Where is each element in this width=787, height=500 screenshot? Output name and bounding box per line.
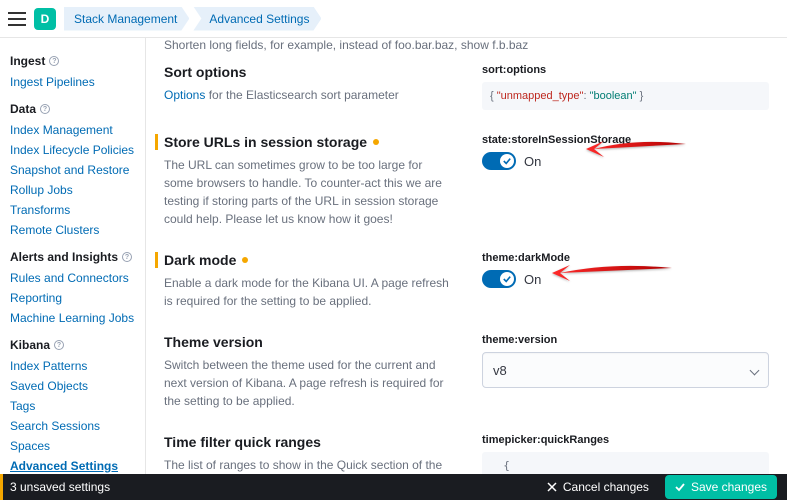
setting-key: state:storeInSessionStorage bbox=[482, 134, 769, 146]
toggle-dark-mode[interactable] bbox=[482, 270, 516, 288]
close-icon bbox=[547, 482, 557, 492]
toggle-label: On bbox=[524, 154, 541, 169]
setting-title: Store URLs in session storage bbox=[155, 134, 454, 150]
setting-desc: Options for the Elasticsearch sort param… bbox=[164, 86, 454, 104]
chevron-down-icon bbox=[750, 365, 760, 375]
setting-key: theme:darkMode bbox=[482, 252, 769, 264]
sidebar-item-transforms[interactable]: Transforms bbox=[10, 200, 145, 220]
sidebar-item-index-management[interactable]: Index Management bbox=[10, 120, 145, 140]
check-icon bbox=[675, 482, 685, 492]
breadcrumb-advanced-settings[interactable]: Advanced Settings bbox=[193, 7, 321, 31]
setting-theme-version: Theme version Switch between the theme u… bbox=[164, 334, 769, 410]
setting-title: Dark mode bbox=[155, 252, 454, 268]
app-header: D Stack Management Advanced Settings bbox=[0, 0, 787, 38]
sidebar-item-remote-clusters[interactable]: Remote Clusters bbox=[10, 220, 145, 240]
unsaved-status: 3 unsaved settings bbox=[10, 480, 110, 494]
sidebar-group-ingest: Ingest? bbox=[10, 54, 145, 68]
sidebar-group-data: Data? bbox=[10, 102, 145, 116]
options-link[interactable]: Options bbox=[164, 88, 205, 102]
setting-desc: The URL can sometimes grow to be too lar… bbox=[164, 156, 454, 228]
main-content: Shorten long fields, for example, instea… bbox=[146, 38, 787, 474]
info-icon[interactable]: ? bbox=[40, 104, 50, 114]
toggle-store-urls[interactable] bbox=[482, 152, 516, 170]
select-theme-version[interactable]: v8 bbox=[482, 352, 769, 388]
sidebar-group-alerts: Alerts and Insights? bbox=[10, 250, 145, 264]
setting-quick-ranges: Time filter quick ranges The list of ran… bbox=[164, 434, 769, 474]
info-icon[interactable]: ? bbox=[122, 252, 132, 262]
sidebar-item-snapshot-restore[interactable]: Snapshot and Restore bbox=[10, 160, 145, 180]
sidebar-item-rules[interactable]: Rules and Connectors bbox=[10, 268, 145, 288]
sidebar-item-spaces[interactable]: Spaces bbox=[10, 436, 145, 456]
setting-key: sort:options bbox=[482, 64, 769, 76]
truncated-hint: Shorten long fields, for example, instea… bbox=[164, 38, 769, 52]
toggle-label: On bbox=[524, 272, 541, 287]
setting-sort-options: Sort options Options for the Elasticsear… bbox=[164, 64, 769, 110]
breadcrumb-stack-management[interactable]: Stack Management bbox=[64, 7, 189, 31]
menu-icon[interactable] bbox=[8, 12, 26, 26]
setting-desc: The list of ranges to show in the Quick … bbox=[164, 456, 454, 474]
sidebar-group-kibana: Kibana? bbox=[10, 338, 145, 352]
setting-title: Theme version bbox=[164, 334, 454, 350]
avatar[interactable]: D bbox=[34, 8, 56, 30]
sidebar: Ingest? Ingest Pipelines Data? Index Man… bbox=[0, 38, 146, 474]
sidebar-item-rollup[interactable]: Rollup Jobs bbox=[10, 180, 145, 200]
info-icon[interactable]: ? bbox=[49, 56, 59, 66]
setting-dark-mode: Dark mode Enable a dark mode for the Kib… bbox=[164, 252, 769, 310]
sidebar-item-advanced-settings[interactable]: Advanced Settings bbox=[10, 456, 145, 474]
cancel-button[interactable]: Cancel changes bbox=[539, 476, 657, 498]
setting-store-urls: Store URLs in session storage The URL ca… bbox=[164, 134, 769, 228]
unsaved-footer: 3 unsaved settings Cancel changes Save c… bbox=[0, 474, 787, 500]
sidebar-item-saved-objects[interactable]: Saved Objects bbox=[10, 376, 145, 396]
unsaved-dot-icon bbox=[242, 257, 248, 263]
code-editor[interactable]: { "from": "now-1h", "to": "now", "displa… bbox=[482, 452, 769, 474]
setting-desc: Switch between the theme used for the cu… bbox=[164, 356, 454, 410]
info-icon[interactable]: ? bbox=[54, 340, 64, 350]
sidebar-item-search-sessions[interactable]: Search Sessions bbox=[10, 416, 145, 436]
sidebar-item-tags[interactable]: Tags bbox=[10, 396, 145, 416]
sidebar-item-ingest-pipelines[interactable]: Ingest Pipelines bbox=[10, 72, 145, 92]
setting-key: theme:version bbox=[482, 334, 769, 346]
select-value: v8 bbox=[493, 363, 507, 378]
footer-accent bbox=[0, 474, 3, 500]
save-button[interactable]: Save changes bbox=[665, 475, 777, 499]
unsaved-dot-icon bbox=[373, 139, 379, 145]
sidebar-item-index-patterns[interactable]: Index Patterns bbox=[10, 356, 145, 376]
sidebar-item-ml-jobs[interactable]: Machine Learning Jobs bbox=[10, 308, 145, 328]
code-editor[interactable]: { "unmapped_type": "boolean" } bbox=[482, 82, 769, 110]
setting-title: Time filter quick ranges bbox=[164, 434, 454, 450]
sidebar-item-reporting[interactable]: Reporting bbox=[10, 288, 145, 308]
setting-key: timepicker:quickRanges bbox=[482, 434, 769, 446]
setting-title: Sort options bbox=[164, 64, 454, 80]
sidebar-item-ilm[interactable]: Index Lifecycle Policies bbox=[10, 140, 145, 160]
setting-desc: Enable a dark mode for the Kibana UI. A … bbox=[164, 274, 454, 310]
